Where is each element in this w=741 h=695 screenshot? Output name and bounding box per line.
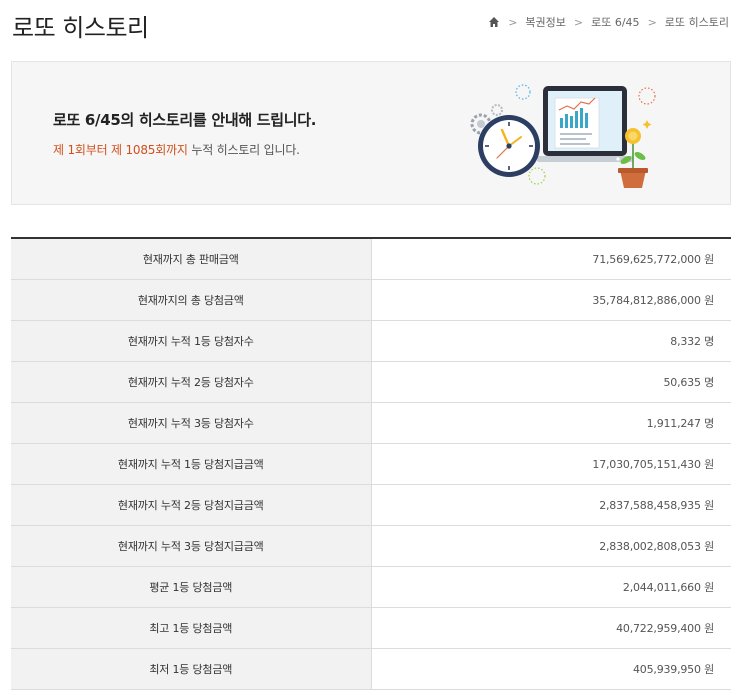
table-row: 최고 1등 당첨금액 40,722,959,400 원 bbox=[11, 607, 731, 649]
stat-label: 평균 1등 당첨금액 bbox=[11, 566, 372, 608]
intro-heading: 로또 6/45의 히스토리를 안내해 드립니다. bbox=[53, 111, 317, 129]
table-row: 평균 1등 당첨금액 2,044,011,660 원 bbox=[11, 566, 731, 608]
intro-subtext: 제 1회부터 제 1085회까지 누적 히스토리 입니다. bbox=[53, 141, 300, 158]
table-row: 현재까지의 총 당첨금액 35,784,812,886,000 원 bbox=[11, 279, 731, 321]
stat-label: 현재까지의 총 당첨금액 bbox=[11, 279, 372, 321]
table-row: 현재까지 누적 2등 당첨자수 50,635 명 bbox=[11, 361, 731, 403]
stat-value: 8,332 명 bbox=[371, 320, 731, 362]
stat-value: 405,939,950 원 bbox=[371, 648, 731, 690]
stat-value: 71,569,625,772,000 원 bbox=[371, 238, 731, 280]
page-title: 로또 히스토리 bbox=[12, 14, 149, 42]
home-icon[interactable] bbox=[488, 16, 500, 28]
stat-label: 현재까지 누적 1등 당첨자수 bbox=[11, 320, 372, 362]
stat-label: 현재까지 누적 3등 당첨지급금액 bbox=[11, 525, 372, 567]
table-row: 현재까지 누적 1등 당첨자수 8,332 명 bbox=[11, 320, 731, 362]
stat-value: 2,838,002,808,053 원 bbox=[371, 525, 731, 567]
table-row: 현재까지 누적 3등 당첨지급금액 2,838,002,808,053 원 bbox=[11, 525, 731, 567]
stat-value: 50,635 명 bbox=[371, 361, 731, 403]
stat-value: 1,911,247 명 bbox=[371, 402, 731, 444]
intro-subtext-rest: 누적 히스토리 입니다. bbox=[187, 143, 300, 157]
stat-label: 현재까지 누적 2등 당첨지급금액 bbox=[11, 484, 372, 526]
table-row: 최저 1등 당첨금액 405,939,950 원 bbox=[11, 648, 731, 690]
stat-value: 40,722,959,400 원 bbox=[371, 607, 731, 649]
draw-range-highlight: 제 1회부터 제 1085회까지 bbox=[53, 143, 188, 157]
breadcrumb-item-lottery-info[interactable]: 복권정보 bbox=[525, 14, 565, 30]
intro-box: 로또 6/45의 히스토리를 안내해 드립니다. 제 1회부터 제 1085회까… bbox=[11, 61, 731, 205]
stat-value: 2,837,588,458,935 원 bbox=[371, 484, 731, 526]
table-row: 현재까지 누적 2등 당첨지급금액 2,837,588,458,935 원 bbox=[11, 484, 731, 526]
stat-value: 2,044,011,660 원 bbox=[371, 566, 731, 608]
table-row: 현재까지 누적 1등 당첨지급금액 17,030,705,151,430 원 bbox=[11, 443, 731, 485]
stat-value: 17,030,705,151,430 원 bbox=[371, 443, 731, 485]
table-row: 현재까지 누적 3등 당첨자수 1,911,247 명 bbox=[11, 402, 731, 444]
stat-label: 현재까지 누적 2등 당첨자수 bbox=[11, 361, 372, 403]
stat-value: 35,784,812,886,000 원 bbox=[371, 279, 731, 321]
chevron-right-icon: > bbox=[647, 15, 657, 29]
stat-label: 현재까지 총 판매금액 bbox=[11, 238, 372, 280]
stat-label: 현재까지 누적 1등 당첨지급금액 bbox=[11, 443, 372, 485]
stat-label: 최저 1등 당첨금액 bbox=[11, 648, 372, 690]
laptop-clock-chart-illustration bbox=[470, 84, 656, 188]
chevron-right-icon: > bbox=[508, 15, 518, 29]
table-row: 현재까지 총 판매금액 71,569,625,772,000 원 bbox=[11, 238, 731, 280]
breadcrumb-item-lotto645[interactable]: 로또 6/45 bbox=[591, 14, 639, 30]
stat-label: 현재까지 누적 3등 당첨자수 bbox=[11, 402, 372, 444]
breadcrumb: > 복권정보 > 로또 6/45 > 로또 히스토리 bbox=[488, 14, 729, 30]
lotto-history-table: 현재까지 총 판매금액 71,569,625,772,000 원 현재까지의 총 당… bbox=[11, 237, 731, 690]
chevron-right-icon: > bbox=[573, 15, 584, 29]
stat-label: 최고 1등 당첨금액 bbox=[11, 607, 372, 649]
breadcrumb-item-current[interactable]: 로또 히스토리 bbox=[665, 14, 729, 30]
